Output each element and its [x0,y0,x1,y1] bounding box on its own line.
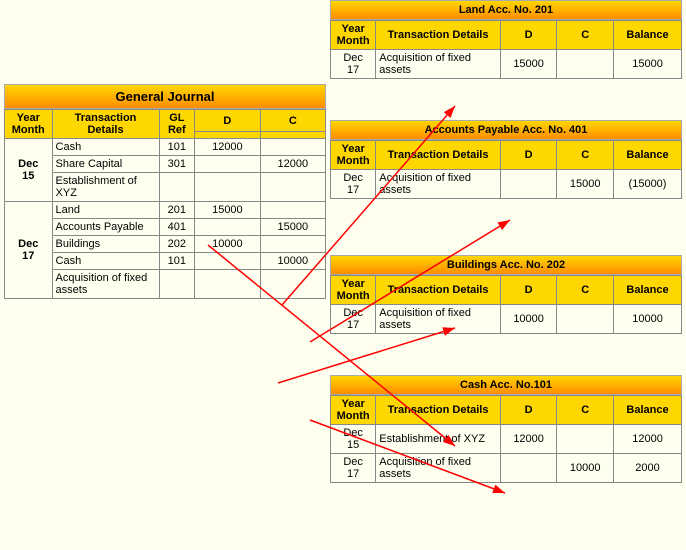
land-account: Land Acc. No. 201 YearMonth Transaction … [330,0,682,79]
land-acc-table: YearMonth Transaction Details D C Balanc… [330,20,682,79]
establishment-xyz-row: Establishment of XYZ [52,173,159,202]
ap-acc-title: Accounts Payable Acc. No. 401 [330,120,682,140]
acquisition-row: Acquisition of fixed assets [52,270,159,299]
cash-acc-table: YearMonth Transaction Details D C Balanc… [330,395,682,483]
buildings-acc-table: YearMonth Transaction Details D C Balanc… [330,275,682,334]
transaction-details-header: Transaction Details [52,110,159,139]
buildings-acc-title: Buildings Acc. No. 202 [330,255,682,275]
land-acc-title: Land Acc. No. 201 [330,0,682,20]
general-journal: General Journal YearMonth Transaction De… [4,84,326,299]
share-capital-row: Share Capital [52,156,159,173]
dec17-cell: Dec17 [5,202,53,299]
cash-acc-title: Cash Acc. No.101 [330,375,682,395]
land-row: Land [52,202,159,219]
cash-row: Cash [52,139,159,156]
year-month-header: YearMonth [5,110,53,139]
land-td-header: Transaction Details [376,21,501,50]
gl-ref-header: GLRef [159,110,195,139]
accounts-payable-row: Accounts Payable [52,219,159,236]
d-header: D [195,110,260,132]
buildings-account: Buildings Acc. No. 202 YearMonth Transac… [330,255,682,334]
c-header: C [260,110,325,132]
cash-account: Cash Acc. No.101 YearMonth Transaction D… [330,375,682,483]
accounts-payable-account: Accounts Payable Acc. No. 401 YearMonth … [330,120,682,199]
buildings-row: Buildings [52,236,159,253]
ap-acc-table: YearMonth Transaction Details D C Balanc… [330,140,682,199]
general-journal-table: YearMonth Transaction Details GLRef D C … [4,109,326,299]
general-journal-title: General Journal [4,84,326,109]
dec15-cell: Dec15 [5,139,53,202]
cash-row2: Cash [52,253,159,270]
